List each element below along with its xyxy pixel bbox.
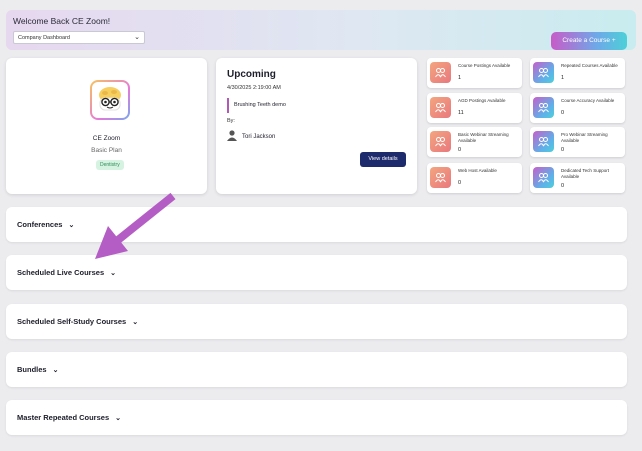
annotation-arrow-icon [95, 192, 176, 259]
dashboard-page: Welcome Back CE Zoom! Company Dashboard … [0, 0, 642, 451]
